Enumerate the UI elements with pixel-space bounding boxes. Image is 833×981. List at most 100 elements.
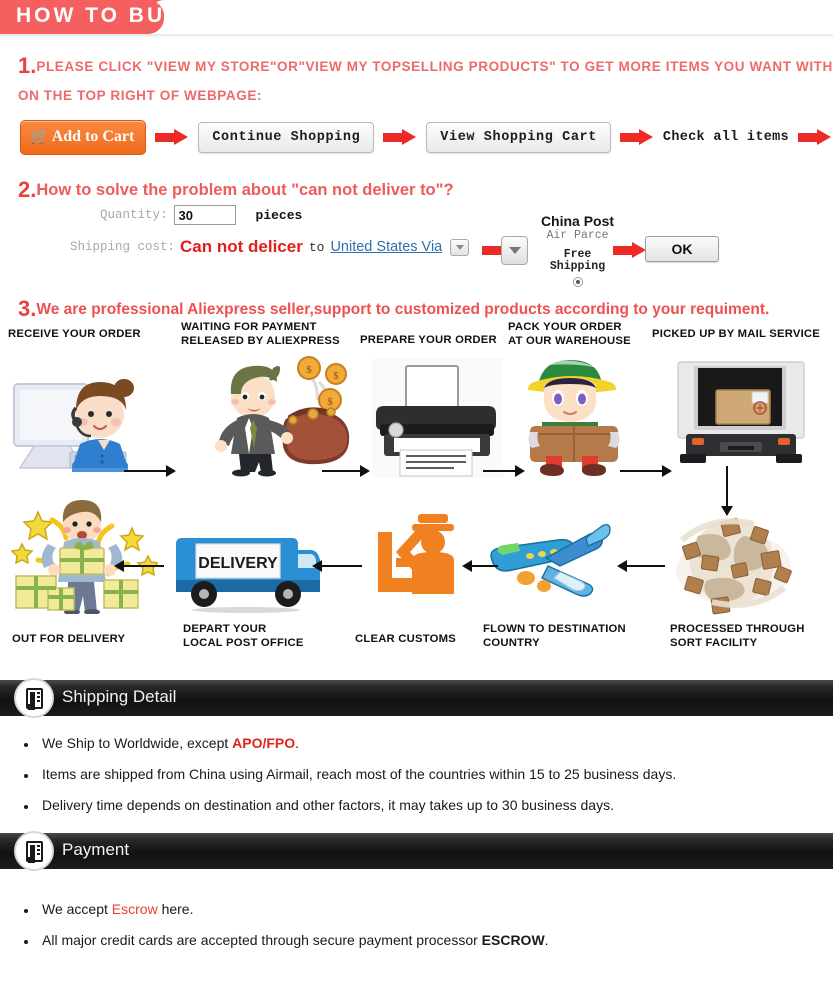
globe-with-parcels-icon bbox=[675, 517, 792, 615]
step1-line1: 1.PLEASE CLICK "VIEW MY STORE"OR"VIEW MY… bbox=[18, 53, 833, 79]
carrier-info: China Post Air Parce Free Shipping bbox=[530, 214, 625, 287]
shipping-item-1-em: APO/FPO bbox=[232, 735, 296, 751]
svg-text:$: $ bbox=[327, 396, 333, 408]
bullet-icon bbox=[24, 774, 28, 778]
printer-icon bbox=[372, 358, 503, 478]
flow-label-prepare-order: PREPARE YOUR ORDER bbox=[360, 334, 497, 346]
delivery-van-icon: DELIVERY bbox=[176, 538, 320, 613]
flow-label-receive-order: RECEIVE YOUR ORDER bbox=[8, 328, 141, 340]
carrier-service: Air Parce bbox=[546, 228, 609, 242]
carrier-radio-button[interactable] bbox=[572, 276, 583, 287]
add-to-cart-label: Add to Cart bbox=[51, 128, 135, 145]
bullet-icon bbox=[24, 743, 28, 747]
document-page-icon bbox=[14, 831, 54, 871]
flow-label-pack-order: PACK YOUR ORDER AT OUR WAREHOUSE bbox=[508, 321, 631, 348]
bullet-icon bbox=[24, 909, 28, 913]
chevron-down-icon bbox=[508, 247, 521, 254]
shopping-cart-icon: 🛒 bbox=[30, 128, 49, 145]
bullet-icon bbox=[24, 940, 28, 944]
flow-arrow-icon-2 bbox=[383, 129, 417, 146]
bullet-icon bbox=[24, 805, 28, 809]
happy-customer-gifts-icon bbox=[10, 500, 158, 614]
step2-heading: 2.How to solve the problem about "can no… bbox=[18, 177, 454, 203]
purchase-flow-buttons: 🛒 Add to Cart Continue Shopping View Sho… bbox=[20, 119, 833, 156]
svg-text:$: $ bbox=[306, 364, 312, 376]
flow-arrow-icon-1 bbox=[155, 129, 189, 146]
chevron-down-icon bbox=[455, 244, 464, 250]
ok-button[interactable]: OK bbox=[645, 236, 719, 262]
flow-label-out-for-delivery: OUT FOR DELIVERY bbox=[12, 633, 126, 645]
step3-heading: 3.We are professional Aliexpress seller,… bbox=[18, 296, 769, 322]
flow-arrow-right-icon-1 bbox=[124, 465, 176, 477]
step1-number: 1. bbox=[18, 53, 37, 78]
payment-title: Payment bbox=[62, 840, 130, 859]
pieces-label: pieces bbox=[255, 207, 303, 223]
shipping-detail-list: We Ship to Worldwide, except APO/FPO. It… bbox=[24, 735, 676, 828]
step2-heading-text: How to solve the problem about "can not … bbox=[36, 181, 454, 199]
flow-arrow-left-icon-2 bbox=[312, 560, 362, 572]
payment-item-1-pre: We accept bbox=[42, 901, 112, 917]
svg-text:DELIVERY: DELIVERY bbox=[198, 555, 278, 572]
shipping-method-dropdown[interactable] bbox=[501, 236, 528, 265]
header-shadow bbox=[0, 34, 833, 38]
airplane-icon bbox=[490, 524, 611, 597]
svg-text:$: $ bbox=[334, 371, 339, 382]
quantity-row: Quantity: pieces bbox=[100, 205, 302, 225]
step3-heading-text: We are professional Aliexpress seller,su… bbox=[36, 301, 770, 318]
add-to-cart-button[interactable]: 🛒 Add to Cart bbox=[20, 120, 147, 155]
destination-country-link[interactable]: United States Via bbox=[330, 239, 442, 255]
flow-label-depart-post-office: DEPART YOUR LOCAL POST OFFICE bbox=[183, 623, 304, 650]
shipping-cost-row: Shipping cost: Can not delicer to United… bbox=[70, 237, 470, 257]
header-white-strip bbox=[150, 0, 833, 34]
payment-item-2-pre: All major credit cards are accepted thro… bbox=[42, 932, 482, 948]
page-title: HOW TO BUY bbox=[16, 4, 183, 27]
list-item: Delivery time depends on destination and… bbox=[24, 797, 676, 813]
carrier-name: China Post bbox=[540, 213, 615, 229]
flow-arrow-icon-3 bbox=[619, 129, 654, 146]
flow-arrow-left-icon-3 bbox=[462, 560, 498, 572]
country-dropdown-small[interactable] bbox=[450, 238, 470, 256]
flow-label-flown-destination: FLOWN TO DESTINATION COUNTRY bbox=[483, 623, 626, 650]
flow-label-processed-sort-facility: PROCESSED THROUGH SORT FACILITY bbox=[670, 623, 805, 650]
carrier-free-shipping: Free Shipping bbox=[549, 247, 606, 273]
continue-shopping-button[interactable]: Continue Shopping bbox=[198, 122, 375, 153]
customer-service-agent-icon bbox=[13, 379, 134, 472]
page-header: HOW TO BUY bbox=[0, 0, 833, 34]
payment-item-1-post: here. bbox=[157, 901, 194, 917]
list-item: All major credit cards are accepted thro… bbox=[24, 932, 549, 948]
document-page-icon bbox=[14, 678, 54, 718]
shipping-item-2: Items are shipped from China using Airma… bbox=[42, 766, 677, 782]
shipping-item-1-post: . bbox=[295, 735, 300, 751]
quantity-input[interactable] bbox=[173, 205, 236, 225]
customs-officer-icon bbox=[378, 514, 454, 594]
step1-text-line1: PLEASE CLICK "VIEW MY STORE"OR"VIEW MY T… bbox=[36, 59, 833, 74]
shipping-cost-label: Shipping cost: bbox=[70, 240, 176, 254]
flow-arrow-right-icon-2 bbox=[322, 465, 370, 477]
quantity-label: Quantity: bbox=[100, 208, 168, 222]
view-shopping-cart-button[interactable]: View Shopping Cart bbox=[426, 122, 611, 153]
man-with-wallet-coins-icon: $ $ $ bbox=[215, 356, 350, 477]
delivery-truck-rear-icon bbox=[677, 361, 805, 463]
list-item: Items are shipped from China using Airma… bbox=[24, 766, 676, 782]
to-label: to bbox=[308, 239, 325, 255]
payment-item-2-post: . bbox=[544, 932, 549, 948]
shipping-item-3: Delivery time depends on destination and… bbox=[42, 797, 614, 813]
check-all-items-label[interactable]: Check all items bbox=[663, 130, 789, 145]
step1-text-line2: ON THE TOP RIGHT OF WEBPAGE: bbox=[18, 88, 263, 103]
payment-item-1-em: Escrow bbox=[111, 901, 158, 917]
flow-arrow-icon-6 bbox=[613, 242, 647, 259]
flow-label-clear-customs: CLEAR CUSTOMS bbox=[355, 633, 456, 645]
flow-label-picked-up: PICKED UP BY MAIL SERVICE bbox=[652, 328, 821, 340]
flow-label-waiting-payment: WAITING FOR PAYMENT RELEASED BY ALIEXPRE… bbox=[181, 321, 340, 348]
list-item: We Ship to Worldwide, except APO/FPO. bbox=[24, 735, 676, 751]
payment-list: We accept Escrow here. All major credit … bbox=[24, 901, 549, 963]
step3-number: 3. bbox=[18, 296, 37, 321]
flow-arrow-right-icon-4 bbox=[620, 465, 672, 477]
shipping-detail-bar: Shipping Detail bbox=[0, 680, 833, 716]
flow-arrow-left-icon-1 bbox=[114, 560, 164, 572]
flow-arrow-right-icon-3 bbox=[483, 465, 525, 477]
flow-arrow-left-icon-4 bbox=[617, 560, 665, 572]
shipping-item-1-pre: We Ship to Worldwide, except bbox=[42, 735, 233, 751]
shipping-detail-title: Shipping Detail bbox=[62, 687, 177, 706]
flow-arrow-icon-4 bbox=[797, 129, 832, 146]
